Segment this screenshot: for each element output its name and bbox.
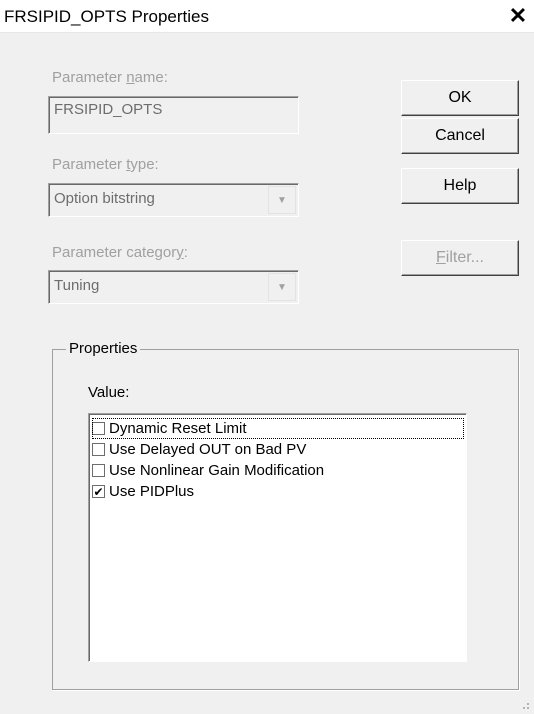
help-button[interactable]: Help bbox=[401, 168, 519, 204]
checkbox[interactable] bbox=[92, 443, 105, 456]
list-item-label: Use PIDPlus bbox=[109, 483, 195, 500]
checkbox[interactable]: ✔ bbox=[92, 485, 105, 498]
list-item-label: Use Nonlinear Gain Modification bbox=[109, 462, 325, 479]
close-icon: ✕ bbox=[508, 3, 528, 28]
value-checklist[interactable]: Dynamic Reset Limit Use Delayed OUT on B… bbox=[88, 413, 467, 662]
list-item-nonlinear-gain[interactable]: Use Nonlinear Gain Modification bbox=[92, 460, 464, 481]
parameter-type-label: Parameter type: bbox=[52, 156, 159, 173]
list-item-label: Use Delayed OUT on Bad PV bbox=[109, 441, 307, 458]
cancel-button[interactable]: Cancel bbox=[401, 118, 519, 154]
parameter-name-label: Parameter name: bbox=[52, 69, 168, 86]
window-title: FRSIPID_OPTS Properties bbox=[4, 7, 210, 26]
ok-button[interactable]: OK bbox=[401, 80, 519, 116]
parameter-type-dropdown-button[interactable]: ▼ bbox=[268, 186, 296, 214]
list-item-delayed-out[interactable]: Use Delayed OUT on Bad PV bbox=[92, 439, 464, 460]
list-item-pidplus[interactable]: ✔ Use PIDPlus bbox=[92, 481, 464, 502]
checkbox[interactable] bbox=[92, 422, 105, 435]
value-label: Value: bbox=[88, 384, 130, 401]
parameter-type-value: Option bitstring bbox=[54, 190, 155, 207]
properties-dialog: FRSIPID_OPTS Properties ✕ Parameter name… bbox=[0, 0, 534, 714]
chevron-down-icon: ▼ bbox=[277, 281, 287, 293]
parameter-category-label: Parameter category: bbox=[52, 244, 188, 261]
title-bar[interactable]: FRSIPID_OPTS Properties ✕ bbox=[0, 0, 534, 33]
parameter-category-value: Tuning bbox=[54, 277, 100, 294]
checkbox[interactable] bbox=[92, 464, 105, 477]
parameter-category-select[interactable]: Tuning ▼ bbox=[48, 270, 299, 304]
filter-button[interactable]: Filter... bbox=[401, 240, 519, 276]
chevron-down-icon: ▼ bbox=[277, 194, 287, 206]
list-item-label: Dynamic Reset Limit bbox=[109, 420, 247, 437]
properties-group-title: Properties bbox=[66, 340, 141, 357]
parameter-name-field[interactable]: FRSIPID_OPTS bbox=[48, 96, 299, 134]
parameter-type-select[interactable]: Option bitstring ▼ bbox=[48, 183, 299, 217]
close-button[interactable]: ✕ bbox=[504, 3, 532, 29]
list-item-dynamic-reset-limit[interactable]: Dynamic Reset Limit bbox=[92, 418, 464, 439]
parameter-name-value: FRSIPID_OPTS bbox=[54, 101, 163, 118]
parameter-category-dropdown-button[interactable]: ▼ bbox=[268, 273, 296, 301]
resize-grip-icon[interactable] bbox=[520, 700, 530, 710]
